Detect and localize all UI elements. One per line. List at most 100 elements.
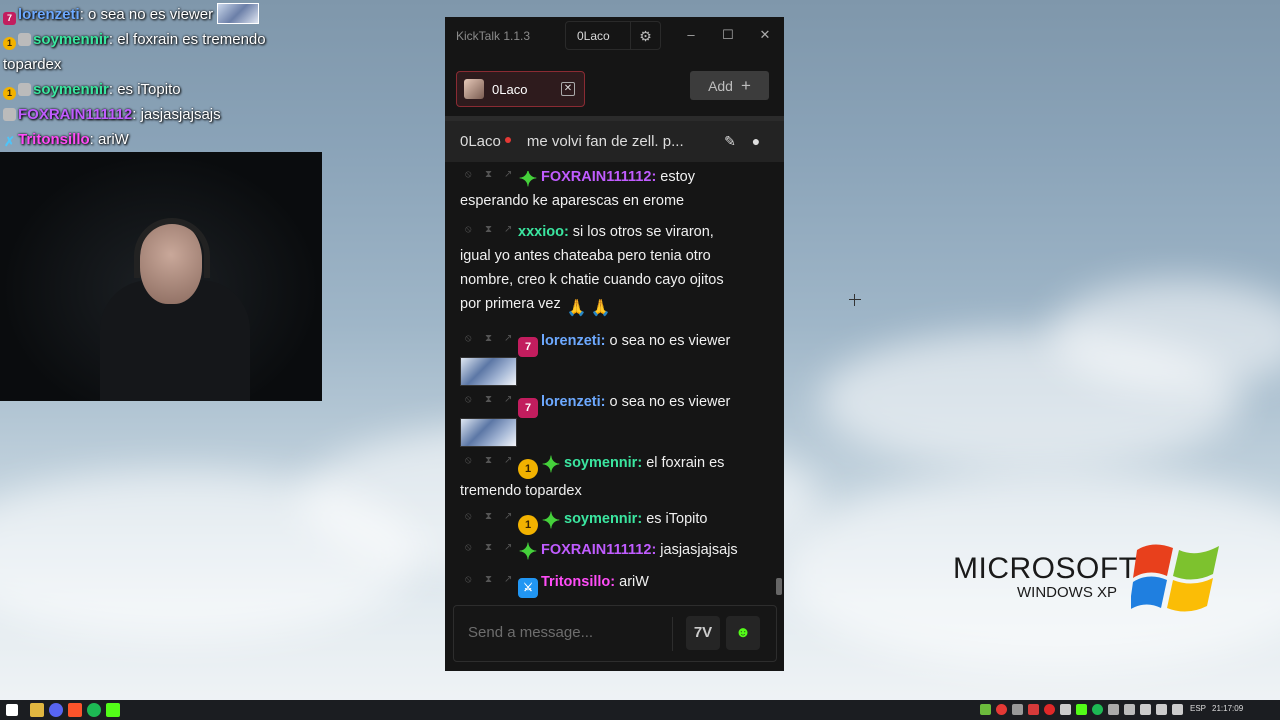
- message-actions[interactable]: ⦸ ⧗ ↗: [460, 510, 518, 524]
- stream-overlay-chat: 7 lorenzeti: o sea no es viewer 1 soymenni…: [0, 2, 290, 152]
- divider: [672, 617, 673, 651]
- message-username[interactable]: FOXRAIN111112: [541, 171, 651, 185]
- chat-message: ⦸ ⧗ ↗ ⚔ Tritonsillo: ariW: [460, 570, 770, 598]
- overlay-username: FOXRAIN111112: [18, 106, 133, 123]
- network-icon[interactable]: [1156, 704, 1167, 715]
- discord-icon[interactable]: [49, 703, 63, 717]
- gold-badge-icon: 1: [3, 37, 16, 50]
- message-username[interactable]: xxxioo: [518, 224, 564, 240]
- overlay-username: lorenzeti: [18, 6, 80, 23]
- chat-message: ⦸ ⧗ ↗ 7 lorenzeti: o sea no es viewer: [460, 329, 770, 386]
- microphone-icon[interactable]: [1140, 704, 1151, 715]
- gear-icon[interactable]: ⚙: [630, 21, 660, 50]
- crosshair-cursor-icon: [849, 294, 861, 306]
- timeout-icon: ⧗: [485, 171, 493, 180]
- timeout-icon: ⧗: [485, 394, 493, 405]
- add-chatroom-button[interactable]: Add +: [690, 71, 769, 100]
- pin-icon[interactable]: ✎: [721, 132, 739, 150]
- message-actions[interactable]: ⦸ ⧗ ↗: [460, 541, 518, 555]
- message-actions[interactable]: ⦸ ⧗ ↗: [460, 454, 518, 468]
- gold-badge-icon: 1: [518, 515, 538, 535]
- gold-badge-icon: 1: [518, 459, 538, 479]
- tab-0laco[interactable]: 0Laco ✕: [456, 71, 585, 107]
- 7tv-emote-icon[interactable]: 7V: [686, 616, 720, 650]
- tray-icon[interactable]: [980, 704, 991, 715]
- chat-badge-icon: [18, 83, 31, 96]
- gem-badge-icon: ✦: [518, 171, 538, 191]
- message-text-line: tremendo topardex: [460, 483, 582, 499]
- message-username[interactable]: Tritonsillo: [541, 574, 610, 590]
- emote-image[interactable]: [460, 357, 517, 386]
- chat-badge-icon: [18, 33, 31, 46]
- mod-sword-icon: ✗: [4, 134, 15, 149]
- overlay-chat-line: 7 lorenzeti: o sea no es viewer: [0, 2, 290, 27]
- volume-icon[interactable]: [1172, 704, 1183, 715]
- hammer-icon: ↗: [504, 511, 513, 522]
- kick-emote-icon[interactable]: ☻: [726, 616, 760, 650]
- hammer-icon: ↗: [504, 394, 513, 405]
- message-actions[interactable]: ⦸ ⧗ ↗: [460, 332, 518, 346]
- chat-message: ⦸ ⧗ ↗ ✦ FOXRAIN111112: estoy esperando ke ap…: [460, 171, 770, 213]
- tray-icon[interactable]: [1076, 704, 1087, 715]
- user-menu[interactable]: 0Laco ⚙: [565, 21, 661, 50]
- chat-scrollbar[interactable]: [776, 578, 782, 595]
- folder-icon[interactable]: [30, 703, 44, 717]
- message-username[interactable]: lorenzeti: [541, 333, 601, 349]
- message-text: jasjasjajsajs: [660, 542, 738, 558]
- overlay-username: soymennir: [33, 81, 109, 98]
- windows-start-icon[interactable]: [6, 704, 18, 716]
- language-indicator[interactable]: ESP: [1190, 704, 1206, 713]
- message-text: estoy: [660, 171, 695, 185]
- close-tab-icon[interactable]: ✕: [561, 82, 575, 96]
- user-icon[interactable]: ●: [747, 132, 765, 150]
- streamer-label: 0Laco: [460, 133, 501, 150]
- brave-icon[interactable]: [68, 703, 82, 717]
- tray-icon[interactable]: [1108, 704, 1119, 715]
- tray-icon[interactable]: [1060, 704, 1071, 715]
- emote-image[interactable]: [460, 418, 517, 447]
- tray-icon[interactable]: [1044, 704, 1055, 715]
- timeout-icon: ⧗: [485, 542, 493, 553]
- message-input[interactable]: Send a message...: [468, 624, 593, 641]
- chat-message-list[interactable]: ⦸ ⧗ ↗ ✦ FOXRAIN111112: estoy esperando ke ap…: [445, 171, 784, 601]
- tray-icon[interactable]: [996, 704, 1007, 715]
- message-actions[interactable]: ⦸ ⧗ ↗: [460, 171, 518, 182]
- message-text: ariW: [619, 574, 649, 590]
- timeout-icon: ⧗: [485, 511, 493, 522]
- logo-word: MICROSOFT: [953, 552, 1138, 585]
- title-bar[interactable]: KickTalk 1.1.3 0Laco ⚙ – ☐ ✕: [445, 17, 784, 54]
- ban-icon: ⦸: [465, 511, 472, 522]
- tray-icon[interactable]: [1012, 704, 1023, 715]
- message-text: si los otros se viraron,: [572, 224, 714, 240]
- tray-icon[interactable]: [1092, 704, 1103, 715]
- hammer-icon: ↗: [504, 171, 513, 180]
- message-username[interactable]: lorenzeti: [541, 394, 601, 410]
- tray-icon[interactable]: [1124, 704, 1135, 715]
- timeout-icon: ⧗: [485, 224, 493, 235]
- maximize-icon[interactable]: ☐: [718, 25, 738, 45]
- clock[interactable]: 21:17:09: [1212, 704, 1243, 713]
- kick-icon[interactable]: [106, 703, 120, 717]
- tab-label: 0Laco: [492, 81, 528, 97]
- message-actions[interactable]: ⦸ ⧗ ↗: [460, 223, 518, 237]
- overlay-message: jasjasjajsajs: [140, 106, 221, 123]
- kicktalk-window: KickTalk 1.1.3 0Laco ⚙ – ☐ ✕ 0Laco ✕ Add…: [445, 17, 784, 671]
- hammer-icon: ↗: [504, 224, 513, 235]
- minimize-icon[interactable]: –: [681, 25, 701, 45]
- tray-icon[interactable]: [1028, 704, 1039, 715]
- gem-badge-icon: ✦: [518, 539, 538, 564]
- message-text-line: igual yo antes chateaba pero tenia otro: [460, 248, 711, 264]
- message-actions[interactable]: ⦸ ⧗ ↗: [460, 393, 518, 407]
- spotify-icon[interactable]: [87, 703, 101, 717]
- message-username[interactable]: soymennir: [564, 455, 637, 471]
- overlay-message: es iTopito: [117, 81, 181, 98]
- gem-badge-icon: ✦: [541, 452, 561, 477]
- message-username[interactable]: FOXRAIN111112: [541, 542, 651, 558]
- close-icon[interactable]: ✕: [755, 25, 775, 45]
- overlay-username: soymennir: [33, 31, 109, 48]
- overlay-message: ariW: [98, 131, 129, 148]
- streamer-name[interactable]: 0Laco: [460, 133, 511, 150]
- message-actions[interactable]: ⦸ ⧗ ↗: [460, 573, 518, 587]
- message-text: el foxrain es: [646, 455, 725, 471]
- message-username[interactable]: soymennir: [564, 511, 637, 527]
